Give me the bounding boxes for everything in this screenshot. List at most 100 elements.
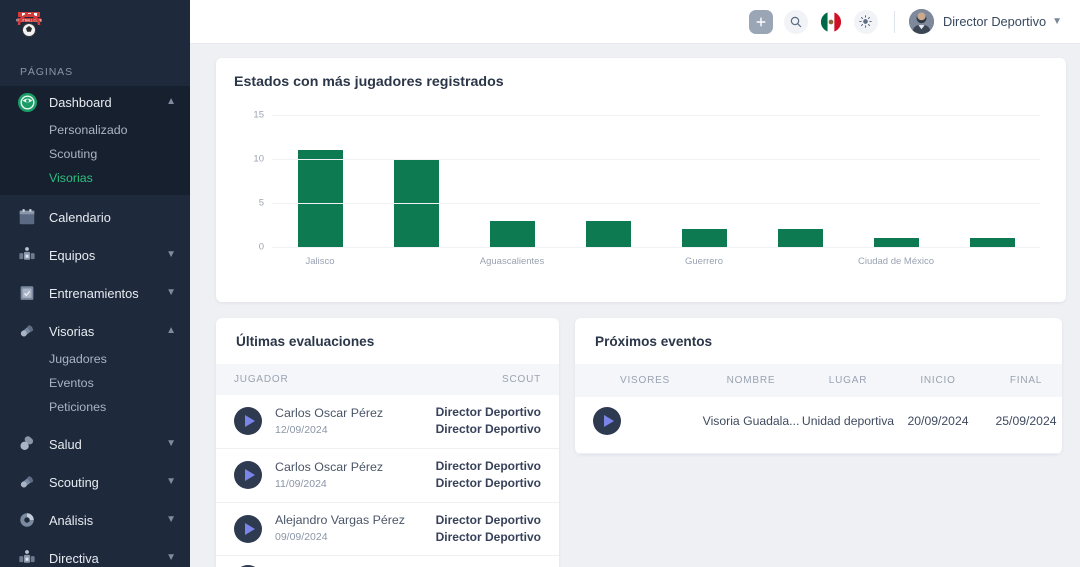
- play-icon: [245, 469, 255, 481]
- topbar: Director Deportivo ▼: [190, 0, 1080, 44]
- chart-y-tick-label: 15: [253, 110, 264, 121]
- chart-y-tick-label: 10: [253, 154, 264, 165]
- chevron-down-icon[interactable]: ▼: [166, 439, 176, 449]
- chevron-down-icon[interactable]: ▼: [1052, 16, 1062, 27]
- sidebar-item-calendario[interactable]: Calendario: [0, 201, 190, 233]
- table-row[interactable]: Visoria Guadala...Unidad deportiva20/09/…: [575, 397, 1062, 454]
- chevron-down-icon[interactable]: ▼: [166, 553, 176, 563]
- play-icon: [245, 523, 255, 535]
- chart-x-axis-labels: JaliscoAguascalientesGuerreroCiudad de M…: [272, 256, 1040, 267]
- team-people-icon: [14, 545, 40, 567]
- football-club-crest-icon: FOOTBALL CLUB: [14, 9, 44, 43]
- table-row[interactable]: Roberto Carlos: [216, 556, 559, 567]
- scout-name-2: Director Deportivo: [436, 421, 541, 438]
- chevron-down-icon[interactable]: ▼: [166, 515, 176, 525]
- player-cell: Alejandro Vargas Pérez09/09/2024: [275, 512, 436, 545]
- sidebar-subitem-scouting[interactable]: Scouting: [0, 142, 190, 166]
- chart-x-tick-label: [752, 256, 848, 267]
- column-header-visores: VISORES: [589, 375, 701, 386]
- chart-bar[interactable]: [778, 229, 823, 247]
- sidebar-item-equipos[interactable]: Equipos ▼: [0, 239, 190, 271]
- scout-name-1: Director Deportivo: [436, 404, 541, 421]
- binoculars-icon: [14, 469, 40, 495]
- brightness-sun-icon: [858, 14, 873, 29]
- sidebar-subitem-personalizado[interactable]: Personalizado: [0, 118, 190, 142]
- chart-bar[interactable]: [970, 238, 1015, 247]
- scout-name-1: Director Deportivo: [436, 458, 541, 475]
- theme-toggle-button[interactable]: [854, 10, 878, 34]
- chevron-up-icon[interactable]: ▲: [166, 326, 176, 336]
- sidebar-item-salud[interactable]: Salud ▼: [0, 428, 190, 460]
- chart-bar-group[interactable]: [464, 115, 560, 247]
- play-avatar[interactable]: [234, 515, 262, 543]
- column-header-scout: SCOUT: [502, 374, 541, 385]
- event-place: Unidad deportiva: [801, 414, 895, 428]
- events-table-body: Visoria Guadala...Unidad deportiva20/09/…: [575, 397, 1062, 454]
- chevron-down-icon[interactable]: ▼: [166, 250, 176, 260]
- column-header-lugar: LUGAR: [801, 375, 895, 386]
- chart-bar-group[interactable]: [560, 115, 656, 247]
- clipboard-check-icon: [14, 280, 40, 306]
- chart-bar-group[interactable]: [368, 115, 464, 247]
- column-header-nombre: NOMBRE: [701, 375, 801, 386]
- sidebar-section-pages: PÁGINAS: [0, 52, 190, 86]
- add-button[interactable]: [749, 10, 773, 34]
- chart-bar[interactable]: [682, 229, 727, 247]
- column-header-inicio: INICIO: [895, 375, 981, 386]
- chevron-up-icon[interactable]: ▲: [166, 97, 176, 107]
- sidebar-subitem-jugadores[interactable]: Jugadores: [0, 347, 190, 371]
- scout-name-2: Director Deportivo: [436, 529, 541, 546]
- sidebar-item-directiva[interactable]: Directiva ▼: [0, 542, 190, 567]
- play-avatar[interactable]: [234, 407, 262, 435]
- chart-x-tick-label: Aguascalientes: [464, 256, 560, 267]
- chart-gridline: [272, 203, 1040, 204]
- sidebar-item-scouting[interactable]: Scouting ▼: [0, 466, 190, 498]
- column-header-final: FINAL: [981, 375, 1071, 386]
- sidebar-item-visorias[interactable]: Visorias ▲: [0, 315, 190, 347]
- chart-bar[interactable]: [490, 221, 535, 247]
- evaluations-card: Últimas evaluaciones JUGADOR SCOUT Carlo…: [216, 318, 559, 567]
- scout-name-2: Director Deportivo: [436, 475, 541, 492]
- chart-bar[interactable]: [586, 221, 631, 247]
- evaluation-date: 12/09/2024: [275, 423, 436, 438]
- sidebar-subitem-visorias[interactable]: Visorias: [0, 166, 190, 190]
- chart-x-tick-label: Ciudad de México: [848, 256, 944, 267]
- search-button[interactable]: [784, 10, 808, 34]
- scout-name-1: Director Deportivo: [436, 512, 541, 529]
- player-name: Carlos Oscar Pérez: [275, 459, 436, 477]
- logo-container[interactable]: FOOTBALL CLUB: [0, 0, 190, 52]
- chart-bar-group[interactable]: [656, 115, 752, 247]
- player-cell: Carlos Oscar Pérez11/09/2024: [275, 459, 436, 492]
- sidebar-item-label: Scouting: [49, 475, 166, 490]
- chart-bar-group[interactable]: [752, 115, 848, 247]
- sidebar-item-entrenamientos[interactable]: Entrenamientos ▼: [0, 277, 190, 309]
- scout-cell: Director DeportivoDirector Deportivo: [436, 512, 541, 547]
- chart-bar-group[interactable]: [848, 115, 944, 247]
- sidebar-subitem-peticiones[interactable]: Peticiones: [0, 395, 190, 419]
- chevron-down-icon[interactable]: ▼: [166, 477, 176, 487]
- language-button[interactable]: [819, 10, 843, 34]
- evaluation-date: 11/09/2024: [275, 477, 436, 492]
- sidebar-subitem-eventos[interactable]: Eventos: [0, 371, 190, 395]
- sidebar-group-dashboard: Dashboard ▲ Personalizado Scouting Visor…: [0, 86, 190, 195]
- evaluations-table-body: Carlos Oscar Pérez12/09/2024Director Dep…: [216, 395, 559, 567]
- chart-bar[interactable]: [298, 150, 343, 247]
- chart-gridline: [272, 159, 1040, 160]
- table-row[interactable]: Carlos Oscar Pérez11/09/2024Director Dep…: [216, 449, 559, 503]
- chevron-down-icon[interactable]: ▼: [166, 288, 176, 298]
- play-avatar[interactable]: [593, 407, 621, 435]
- chart-gridline: [272, 247, 1040, 248]
- table-row[interactable]: Alejandro Vargas Pérez09/09/2024Director…: [216, 503, 559, 557]
- sidebar-item-analisis[interactable]: Análisis ▼: [0, 504, 190, 536]
- play-avatar[interactable]: [234, 461, 262, 489]
- app-root: FOOTBALL CLUB PÁGINAS: [0, 0, 1080, 567]
- chart-bar-group[interactable]: [944, 115, 1040, 247]
- event-name: Visoria Guadala...: [701, 414, 801, 428]
- chart-bar[interactable]: [874, 238, 919, 247]
- chart-bar-group[interactable]: [272, 115, 368, 247]
- sidebar-item-dashboard[interactable]: Dashboard ▲: [0, 86, 190, 118]
- dashboard-globe-icon: [14, 89, 40, 115]
- table-row[interactable]: Carlos Oscar Pérez12/09/2024Director Dep…: [216, 395, 559, 449]
- avatar[interactable]: [909, 9, 934, 34]
- chart-x-tick-label: [560, 256, 656, 267]
